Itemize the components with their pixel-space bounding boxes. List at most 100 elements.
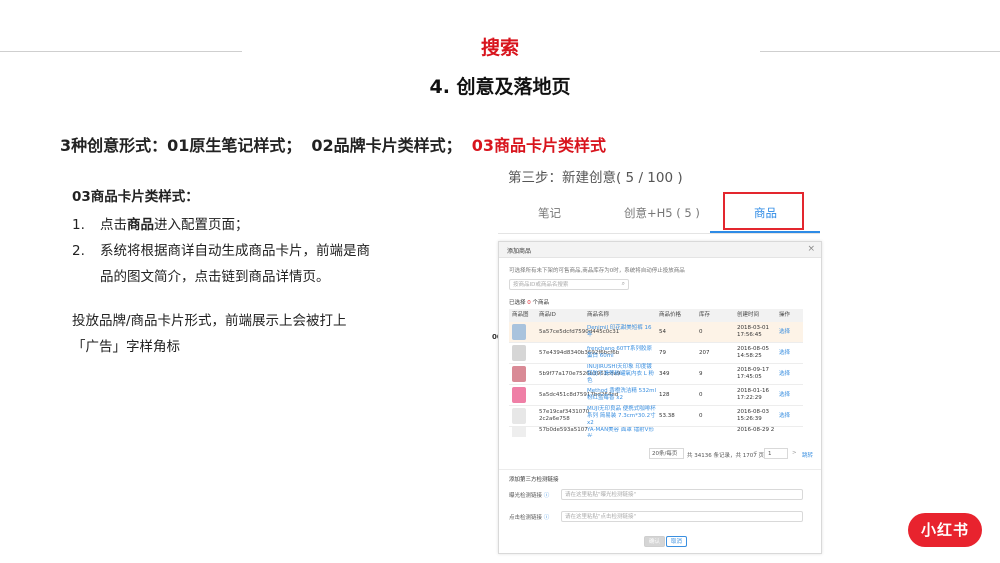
dialog-tip: 可选择所有未下架的可售商品,商品库存为0时，系统将自动停止投放商品 <box>509 268 685 274</box>
product-created-time: 2016-08-03 15:26:39 <box>737 409 769 422</box>
instructions-heading: 03商品卡片类样式： <box>72 189 199 205</box>
third-party-title: 添加第三方检测链接 <box>509 477 559 483</box>
col-stock: 库存 <box>699 312 711 318</box>
click-link-row: 点击检测链接 ⓘ 请在这里粘贴"点击检测链接" <box>509 511 809 522</box>
cancel-button[interactable]: 取消 <box>666 536 688 547</box>
product-id: 5b9f77a170e7526b3961cda9 <box>539 370 621 377</box>
product-price: 53.38 <box>659 412 675 419</box>
impression-link-row: 曝光检测链接 ⓘ 请在这里粘贴"曝光检测链接" <box>509 489 809 500</box>
product-thumbnail <box>512 387 526 403</box>
close-icon[interactable]: × <box>807 244 815 254</box>
search-icon[interactable]: ⌕ <box>622 281 625 287</box>
format-note-style: 3种创意形式：01原生笔记样式； <box>60 136 302 155</box>
product-stock: 0 <box>699 328 703 335</box>
product-created-time: 2018-03-01 17:56:45 <box>737 325 769 338</box>
instructions-panel: 03商品卡片类样式： 1. 点击商品进入配置页面； 2. 系统将根据商详自动生成… <box>72 184 372 360</box>
page-title: 4. 创意及落地页 <box>429 76 571 98</box>
step-number: 1. <box>72 217 85 233</box>
page-size-select[interactable]: 20条/每页 <box>649 448 684 459</box>
product-stock: 0 <box>699 391 703 398</box>
product-thumbnail <box>512 408 526 424</box>
select-link[interactable]: 选择 <box>779 364 803 384</box>
product-created-time: 2018-09-17 17:45:05 <box>737 367 769 380</box>
table-row[interactable]: 57b0de593a5107 YA-MAN美容 面罩 镭射V形光 2016-08… <box>509 427 803 437</box>
product-name-link[interactable]: Denimil 印花甜美短裤 16年 <box>587 322 657 342</box>
product-price: 128 <box>659 391 670 398</box>
step-1-pre: 点击 <box>100 217 127 233</box>
active-tab-underline <box>710 231 820 233</box>
impression-link-input[interactable]: 请在这里粘贴"曝光检测链接" <box>561 489 803 500</box>
select-link[interactable]: 选择 <box>779 322 803 342</box>
add-product-dialog: 添加商品 × 可选择所有未下架的可售商品,商品库存为0时，系统将自动停止投放商品… <box>498 241 822 554</box>
next-page-icon[interactable]: > <box>792 450 797 456</box>
instruction-step-1: 1. 点击商品进入配置页面； <box>72 212 372 238</box>
product-name-link[interactable]: YA-MAN美容 面罩 镭射V形光 <box>587 427 657 437</box>
product-name-link[interactable]: frenchano 60TT系列胶原蛋白 60ml <box>587 343 657 363</box>
format-brand-card: 02品牌卡片类样式； <box>311 136 462 155</box>
product-name-link[interactable]: MUJI无印良品 便携式咖啡杯系列 简易装 7.3cm*30.2寸 x2 <box>587 406 657 426</box>
step-label: 第三步：新建创意( 5 / 100 ) <box>508 170 683 186</box>
product-name-link[interactable]: INUJIRUSHI天印象 印度镀铝防下滑等粉罐氧内衣 L 粉色 <box>587 364 657 384</box>
product-thumbnail <box>512 345 526 361</box>
table-header: 商品图 商品ID 商品名称 商品价格 库存 创建时间 操作 <box>509 309 803 322</box>
table-row[interactable]: 5a5dc451c8d75917bd264ed Method 香橙洗洁精 532… <box>509 385 803 406</box>
xiaohongshu-logo: 小红书 <box>908 513 982 547</box>
selected-unit: 个商品 <box>532 300 550 306</box>
selected-label: 已选择 <box>509 300 526 306</box>
select-link[interactable]: 选择 <box>779 385 803 405</box>
product-price: 54 <box>659 328 666 335</box>
search-placeholder: 按商品ID或商品名搜索 <box>513 282 569 288</box>
step-1-post: 进入配置页面； <box>154 217 249 233</box>
step-number: 2. <box>72 243 85 259</box>
select-link[interactable]: 选择 <box>779 406 803 426</box>
col-name: 商品名称 <box>587 312 610 318</box>
format-product-card: 03商品卡片类样式 <box>471 136 606 155</box>
product-id: 57b0de593a5107 <box>539 427 588 433</box>
impression-link-label: 曝光检测链接 <box>509 493 543 499</box>
product-thumbnail <box>512 427 526 437</box>
info-icon: ⓘ <box>543 515 550 521</box>
col-created: 创建时间 <box>737 312 760 318</box>
creative-formats: 3种创意形式：01原生笔记样式； 02品牌卡片类样式； 03商品卡片类样式 <box>60 132 606 156</box>
pagination: 20条/每页 共 34136 条记录，共 1707 页 < 1 > 跳转 <box>649 448 814 460</box>
jump-page-link[interactable]: 跳转 <box>802 451 813 459</box>
table-row[interactable]: 5a57ce5dcfd7590d445c0c31 Denimil 印花甜美短裤 … <box>509 322 803 343</box>
table-row[interactable]: 57e4394d8340b3692f6bcf6b frenchano 60TT系… <box>509 343 803 364</box>
tab-notes[interactable]: 笔记 <box>538 205 561 221</box>
confirm-button[interactable]: 确认 <box>644 536 666 547</box>
product-name-link[interactable]: Method 香橙洗洁精 532ml 粉红蓝莓香 x2 <box>587 385 657 405</box>
tab-creative-h5[interactable]: 创意+H5 ( 5 ) <box>624 205 700 221</box>
ad-badge-note: 投放品牌/商品卡片形式，前端展示上会被打上「广告」字样角标 <box>72 313 347 355</box>
creative-tabs: 笔记 创意+H5 ( 5 ) 商品 <box>498 190 820 234</box>
product-thumbnail <box>512 366 526 382</box>
table-row[interactable]: 57e19caf3431070 2c2a6e758 MUJI无印良品 便携式咖啡… <box>509 406 803 427</box>
step-1-bold: 商品 <box>127 217 154 233</box>
col-price: 商品价格 <box>659 312 682 318</box>
dialog-title: 添加商品 <box>507 248 532 255</box>
selected-count: 0 <box>527 300 531 306</box>
col-image: 商品图 <box>512 312 529 318</box>
col-action: 操作 <box>779 312 791 318</box>
click-link-label: 点击检测链接 <box>509 515 543 521</box>
product-table: 商品图 商品ID 商品名称 商品价格 库存 创建时间 操作 5a57ce5dcf… <box>509 309 803 437</box>
dialog-header: 添加商品 × <box>499 242 821 258</box>
instructions-list: 1. 点击商品进入配置页面； 2. 系统将根据商详自动生成商品卡片，前端是商品的… <box>72 212 372 290</box>
product-search-input[interactable]: 按商品ID或商品名搜索 ⌕ <box>509 279 629 290</box>
selected-count-line: 已选择 0 个商品 <box>509 298 549 306</box>
section-title: 搜索 <box>480 37 519 59</box>
page-number-input[interactable]: 1 <box>764 448 788 459</box>
select-link[interactable]: 选择 <box>779 343 803 363</box>
table-row[interactable]: 5b9f77a170e7526b3961cda9 INUJIRUSHI天印象 印… <box>509 364 803 385</box>
step-2-text: 系统将根据商详自动生成商品卡片，前端是商品的图文简介，点击链到商品详情页。 <box>100 243 370 285</box>
dialog-divider <box>499 469 821 470</box>
product-id: 57e4394d8340b3692f6bcf6b <box>539 349 620 356</box>
product-price: 79 <box>659 349 666 356</box>
prev-page-icon[interactable]: < <box>753 450 758 456</box>
product-stock: 0 <box>699 412 703 419</box>
instruction-step-2: 2. 系统将根据商详自动生成商品卡片，前端是商品的图文简介，点击链到商品详情页。 <box>72 238 372 290</box>
product-stock: 207 <box>699 349 710 356</box>
product-price: 349 <box>659 370 670 377</box>
tab-products[interactable]: 商品 <box>754 205 777 221</box>
product-created-time: 2018-01-16 17:22:29 <box>737 388 769 401</box>
click-link-input[interactable]: 请在这里粘贴"点击检测链接" <box>561 511 803 522</box>
